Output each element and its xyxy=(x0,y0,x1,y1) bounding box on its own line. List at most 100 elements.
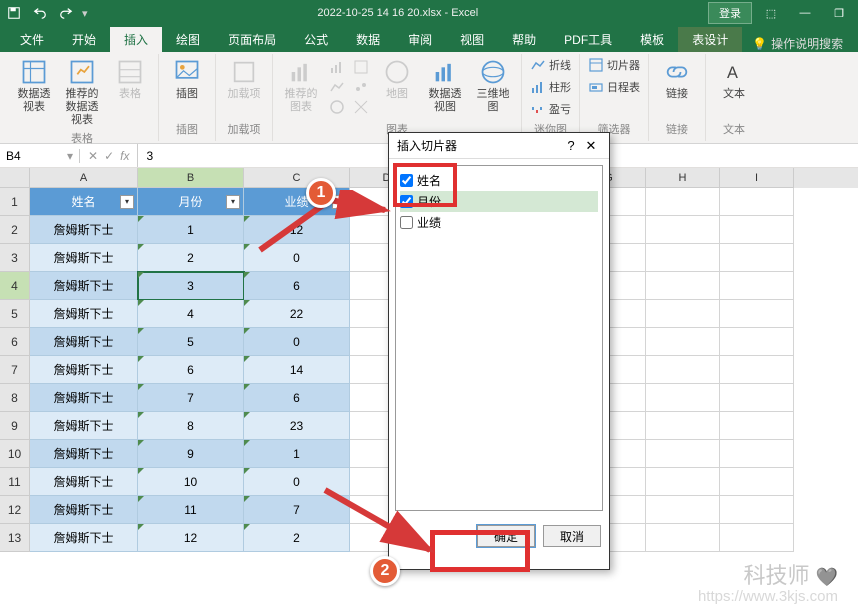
empty-cell[interactable] xyxy=(720,412,794,440)
tab-insert[interactable]: 插入 xyxy=(110,27,162,52)
empty-cell[interactable] xyxy=(646,272,720,300)
recommended-pivot-button[interactable]: 推荐的数据透视表 xyxy=(60,56,104,130)
sparkline-column[interactable]: 柱形 xyxy=(528,78,573,96)
col-header-B[interactable]: B xyxy=(138,168,244,188)
enter-formula-icon[interactable]: ✓ xyxy=(104,149,114,163)
filter-dropdown-icon[interactable]: ▾ xyxy=(226,195,240,209)
ribbon-options-icon[interactable]: ⬚ xyxy=(756,3,786,23)
empty-cell[interactable] xyxy=(646,188,720,216)
table-cell[interactable]: 詹姆斯下士 xyxy=(30,328,138,356)
redo-icon[interactable] xyxy=(56,3,76,23)
name-box[interactable]: B4▾ xyxy=(0,149,80,163)
tab-pdf[interactable]: PDF工具 xyxy=(550,27,626,52)
table-cell[interactable]: 6 xyxy=(244,384,350,412)
empty-cell[interactable] xyxy=(720,524,794,552)
table-cell[interactable]: 4 xyxy=(138,300,244,328)
tab-review[interactable]: 审阅 xyxy=(394,27,446,52)
empty-cell[interactable] xyxy=(720,272,794,300)
table-cell[interactable]: 6 xyxy=(138,356,244,384)
tab-data[interactable]: 数据 xyxy=(342,27,394,52)
tab-home[interactable]: 开始 xyxy=(58,27,110,52)
table-header-cell[interactable]: 月份▾ xyxy=(138,188,244,216)
row-header[interactable]: 12 xyxy=(0,496,30,524)
col-header-I[interactable]: I xyxy=(720,168,794,188)
tab-template[interactable]: 模板 xyxy=(626,27,678,52)
table-cell[interactable]: 3 xyxy=(138,272,244,300)
dialog-close-icon[interactable]: ✕ xyxy=(581,138,601,154)
row-header[interactable]: 1 xyxy=(0,188,30,216)
col-header-H[interactable]: H xyxy=(646,168,720,188)
table-cell[interactable]: 詹姆斯下士 xyxy=(30,524,138,552)
table-cell[interactable]: 10 xyxy=(138,468,244,496)
col-header-A[interactable]: A xyxy=(30,168,138,188)
table-cell[interactable]: 1 xyxy=(244,440,350,468)
empty-cell[interactable] xyxy=(646,244,720,272)
table-cell[interactable]: 詹姆斯下士 xyxy=(30,496,138,524)
table-cell[interactable]: 詹姆斯下士 xyxy=(30,412,138,440)
text-button[interactable]: A文本 xyxy=(712,56,756,103)
table-cell[interactable]: 12 xyxy=(244,216,350,244)
tab-table-design[interactable]: 表设计 xyxy=(678,27,742,52)
pivot-table-button[interactable]: 数据透视表 xyxy=(12,56,56,116)
row-header[interactable]: 11 xyxy=(0,468,30,496)
table-cell[interactable]: 詹姆斯下士 xyxy=(30,384,138,412)
empty-cell[interactable] xyxy=(720,244,794,272)
save-icon[interactable] xyxy=(4,3,24,23)
table-cell[interactable]: 0 xyxy=(244,244,350,272)
table-cell[interactable]: 7 xyxy=(244,496,350,524)
ok-button[interactable]: 确定 xyxy=(477,525,535,547)
empty-cell[interactable] xyxy=(646,384,720,412)
link-button[interactable]: 链接 xyxy=(655,56,699,103)
tell-me-search[interactable]: 💡 操作说明搜索 xyxy=(752,35,843,52)
row-header[interactable]: 8 xyxy=(0,384,30,412)
table-cell[interactable]: 7 xyxy=(138,384,244,412)
table-cell[interactable]: 12 xyxy=(138,524,244,552)
cancel-button[interactable]: 取消 xyxy=(543,525,601,547)
select-all-corner[interactable] xyxy=(0,168,30,188)
tab-draw[interactable]: 绘图 xyxy=(162,27,214,52)
timeline-button[interactable]: 日程表 xyxy=(586,78,642,96)
table-cell[interactable]: 14 xyxy=(244,356,350,384)
table-cell[interactable]: 詹姆斯下士 xyxy=(30,356,138,384)
login-button[interactable]: 登录 xyxy=(708,2,752,24)
row-header[interactable]: 10 xyxy=(0,440,30,468)
empty-cell[interactable] xyxy=(646,496,720,524)
table-cell[interactable]: 詹姆斯下士 xyxy=(30,300,138,328)
table-cell[interactable]: 5 xyxy=(138,328,244,356)
table-cell[interactable]: 詹姆斯下士 xyxy=(30,244,138,272)
table-cell[interactable]: 0 xyxy=(244,468,350,496)
illustrations-button[interactable]: 插图 xyxy=(165,56,209,103)
table-cell[interactable]: 8 xyxy=(138,412,244,440)
empty-cell[interactable] xyxy=(646,216,720,244)
table-cell[interactable]: 6 xyxy=(244,272,350,300)
empty-cell[interactable] xyxy=(720,300,794,328)
table-cell[interactable]: 0 xyxy=(244,328,350,356)
empty-cell[interactable] xyxy=(720,216,794,244)
empty-cell[interactable] xyxy=(646,468,720,496)
row-header[interactable]: 5 xyxy=(0,300,30,328)
dialog-help-icon[interactable]: ? xyxy=(561,138,581,153)
table-cell[interactable]: 22 xyxy=(244,300,350,328)
empty-cell[interactable] xyxy=(646,524,720,552)
tab-layout[interactable]: 页面布局 xyxy=(214,27,290,52)
undo-icon[interactable] xyxy=(30,3,50,23)
tab-formulas[interactable]: 公式 xyxy=(290,27,342,52)
row-header[interactable]: 2 xyxy=(0,216,30,244)
empty-cell[interactable] xyxy=(720,496,794,524)
empty-cell[interactable] xyxy=(646,300,720,328)
table-cell[interactable]: 詹姆斯下士 xyxy=(30,216,138,244)
minimize-icon[interactable]: — xyxy=(790,3,820,23)
slicer-field-name[interactable]: 姓名 xyxy=(400,170,598,191)
empty-cell[interactable] xyxy=(720,356,794,384)
row-header[interactable]: 13 xyxy=(0,524,30,552)
table-cell[interactable]: 1 xyxy=(138,216,244,244)
restore-icon[interactable]: ❐ xyxy=(824,3,854,23)
empty-cell[interactable] xyxy=(720,188,794,216)
empty-cell[interactable] xyxy=(646,440,720,468)
empty-cell[interactable] xyxy=(646,356,720,384)
empty-cell[interactable] xyxy=(646,412,720,440)
slicer-button[interactable]: 切片器 xyxy=(586,56,642,74)
row-header[interactable]: 6 xyxy=(0,328,30,356)
table-header-cell[interactable]: 姓名▾ xyxy=(30,188,138,216)
empty-cell[interactable] xyxy=(720,328,794,356)
